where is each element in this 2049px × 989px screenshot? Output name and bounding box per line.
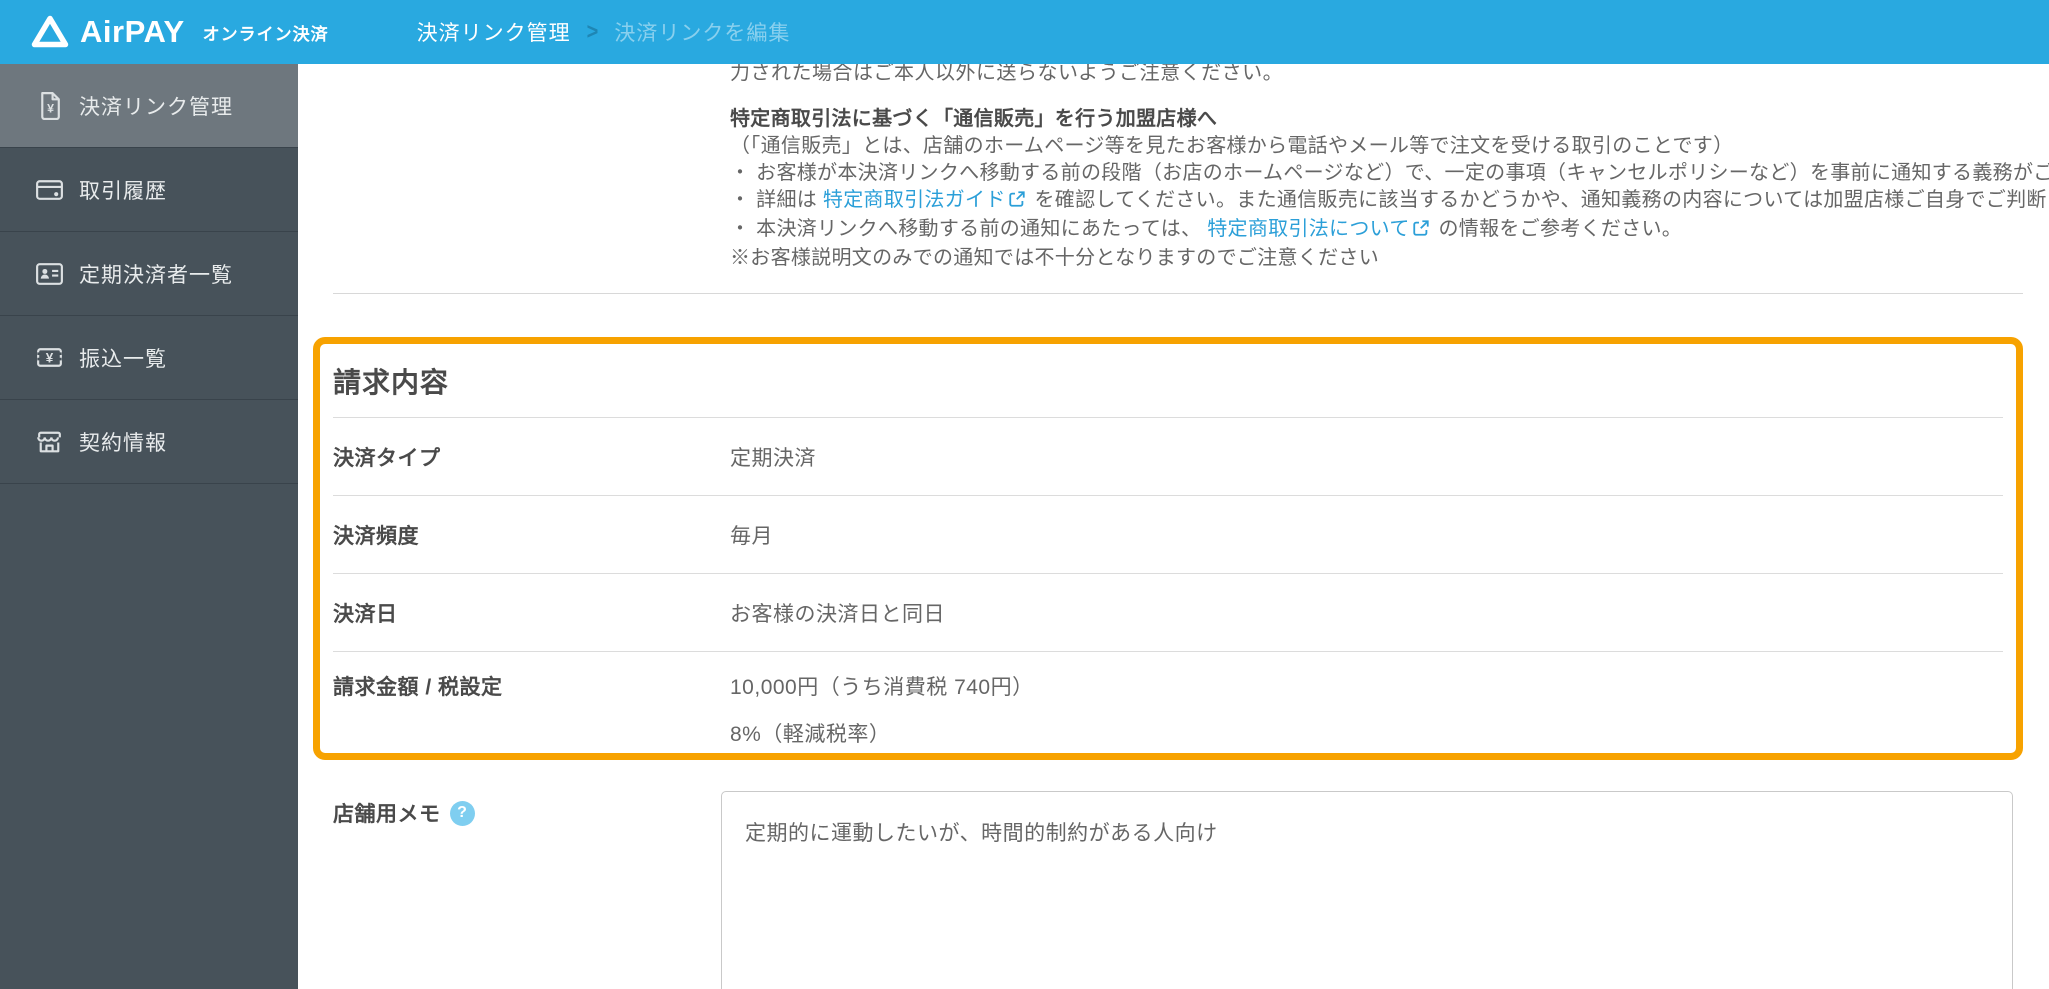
storefront-icon	[33, 425, 66, 458]
notice-bullet-3: ・ 本決済リンクへ移動する前の通知にあたっては、 特定商取引法について の情報を…	[730, 216, 2049, 245]
external-link-icon	[1412, 220, 1430, 242]
notice-bullet-2: ・ 詳細は 特定商取引法ガイド を確認してください。また通信販売に該当するかどう…	[730, 187, 2049, 216]
sidebar: ¥ 決済リンク管理 取引履歴 定期決済者一覧 ¥ 振込一覧 契約情報	[0, 64, 298, 989]
amount-line: 10,000円（うち消費税 740円）	[730, 676, 1034, 699]
airpay-admin-page: 力された場合はご本人以外に送らないようご注意ください。 特定商取引法に基づく「通…	[0, 0, 2049, 989]
sidebar-item-contract-info[interactable]: 契約情報	[0, 400, 298, 484]
sidebar-item-label: 取引履歴	[79, 179, 167, 203]
billing-row-frequency: 決済頻度 毎月	[333, 496, 2003, 574]
svg-text:¥: ¥	[47, 102, 54, 116]
row-label: 請求金額 / 税設定	[333, 676, 503, 699]
section-divider	[333, 293, 2023, 294]
svg-text:¥: ¥	[46, 351, 54, 366]
billing-section-title: 請求内容	[333, 366, 450, 398]
tokushoho-notice: 特定商取引法に基づく「通信販売」を行う加盟店様へ （「通信販売」とは、店舗のホー…	[730, 106, 2049, 272]
sidebar-item-transfers[interactable]: ¥ 振込一覧	[0, 316, 298, 400]
notice-heading: 特定商取引法に基づく「通信販売」を行う加盟店様へ	[730, 108, 1218, 130]
row-value: 毎月	[730, 524, 773, 548]
chevron-right-icon: >	[586, 18, 599, 45]
billing-row-payment-type: 決済タイプ 定期決済	[333, 418, 2003, 496]
sidebar-item-transaction-history[interactable]: 取引履歴	[0, 148, 298, 232]
breadcrumb: 決済リンク管理 > 決済リンクを編集	[417, 17, 791, 47]
row-value: お客様の決済日と同日	[730, 602, 945, 626]
notice-bullet-2-post: を確認してください。また通信販売に該当するかどうかや、通知義務の内容については加…	[1034, 189, 2049, 211]
notice-footnote: ※お客様説明文のみでの通知では不十分となりますのでご注意ください	[730, 247, 1379, 269]
tokushoho-about-link[interactable]: 特定商取引法について	[1207, 218, 1409, 240]
sidebar-item-label: 契約情報	[79, 431, 167, 455]
top-header-bar: AirPAY オンライン決済 決済リンク管理 > 決済リンクを編集	[0, 0, 2049, 64]
tax-rate-line: 8%（軽減税率）	[730, 723, 891, 746]
breadcrumb-edit-payment-link: 決済リンクを編集	[614, 22, 791, 45]
memo-field-label: 店舗用メモ	[333, 803, 441, 826]
sidebar-item-recurring-payers[interactable]: 定期決済者一覧	[0, 232, 298, 316]
question-icon[interactable]: ?	[449, 800, 475, 826]
tokushoho-guide-link[interactable]: 特定商取引法ガイド	[823, 189, 1006, 211]
payment-link-icon: ¥	[33, 89, 66, 122]
breadcrumb-payment-link-management[interactable]: 決済リンク管理	[417, 17, 571, 47]
notice-intro: （「通信販売」とは、店舗のホームページ等を見たお客様から電話やメール等で注文を受…	[730, 135, 1734, 157]
billing-row-payment-date: 決済日 お客様の決済日と同日	[333, 574, 2003, 652]
airpay-triangle-icon	[31, 15, 69, 48]
credit-card-icon	[33, 173, 66, 206]
row-label: 決済頻度	[333, 524, 419, 548]
brand-name: AirPAY	[80, 14, 185, 49]
billing-title-row: 請求内容	[333, 344, 2003, 418]
row-label: 決済タイプ	[333, 446, 441, 470]
sidebar-item-label: 振込一覧	[79, 347, 167, 371]
notice-bullet-1: ・ お客様が本決済リンクへ移動する前の段階（お店のホームページなど）で、一定の事…	[730, 162, 2049, 184]
row-value: 10,000円（うち消費税 740円） 8%（軽減税率）	[730, 671, 1034, 748]
main-content: 力された場合はご本人以外に送らないようご注意ください。 特定商取引法に基づく「通…	[298, 0, 2049, 989]
notice-bullet-2-pre: ・ 詳細は	[730, 189, 818, 211]
sidebar-item-label: 定期決済者一覧	[79, 263, 233, 287]
sidebar-item-payment-links[interactable]: ¥ 決済リンク管理	[0, 64, 298, 148]
external-link-icon	[1008, 191, 1026, 213]
airpay-logo[interactable]: AirPAY オンライン決済	[30, 14, 329, 50]
billing-row-amount-tax: 請求金額 / 税設定 10,000円（うち消費税 740円） 8%（軽減税率）	[333, 652, 2003, 752]
notice-bullet-3-pre: ・ 本決済リンクへ移動する前の通知にあたっては、	[730, 218, 1202, 240]
memo-textarea[interactable]: 定期的に運動したいが、時間的制約がある人向け	[721, 791, 2013, 989]
banknote-icon: ¥	[33, 341, 66, 374]
row-label: 決済日	[333, 602, 398, 626]
billing-summary-box: 請求内容 決済タイプ 定期決済 決済頻度 毎月 決済日 お客様の決済日と同日 請…	[313, 337, 2023, 760]
notice-bullet-3-post: の情報をご参考ください。	[1438, 218, 1683, 240]
row-value: 定期決済	[730, 446, 816, 470]
brand-subtitle: オンライン決済	[202, 24, 329, 44]
id-card-icon	[33, 257, 66, 290]
memo-field-label-row: 店舗用メモ ?	[333, 798, 475, 828]
sidebar-item-label: 決済リンク管理	[79, 95, 233, 119]
